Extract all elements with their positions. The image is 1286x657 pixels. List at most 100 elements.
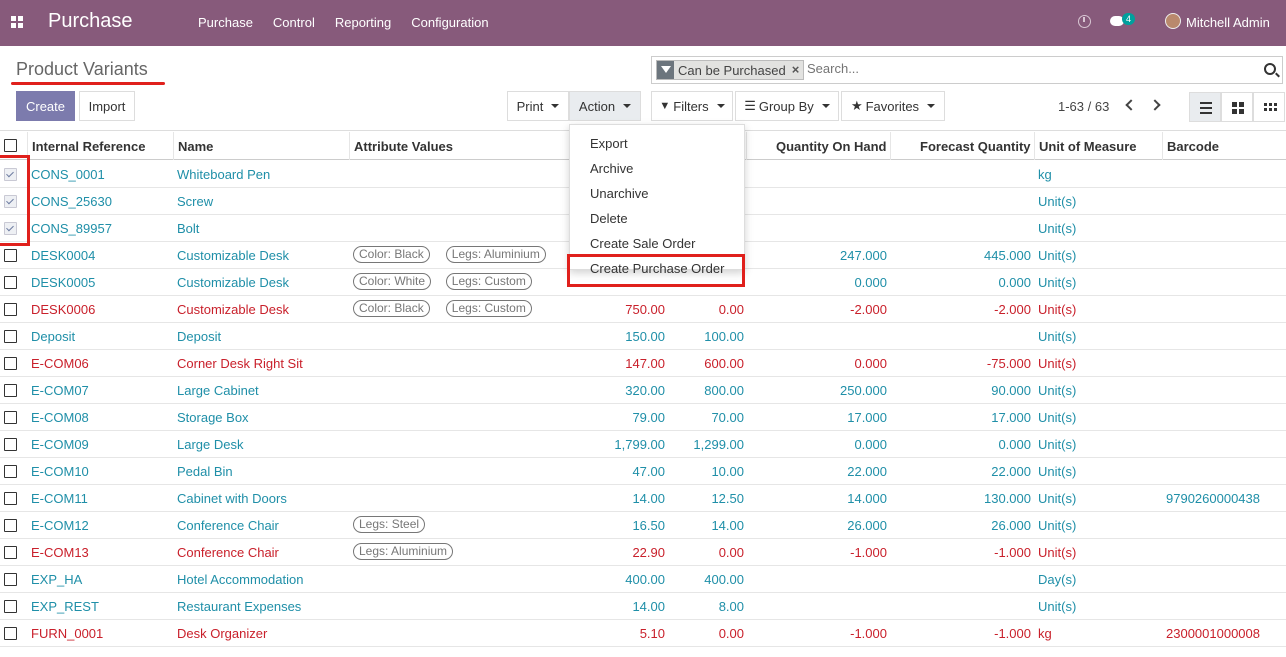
action-button[interactable]: Action (569, 91, 641, 121)
menu-item-reporting[interactable]: Reporting (335, 15, 391, 30)
row-checkbox[interactable] (4, 249, 17, 262)
menu-item-purchase[interactable]: Purchase (198, 15, 253, 30)
facet-remove-icon[interactable]: × (789, 61, 804, 79)
cell-quantity-on-hand: 0.000 (854, 437, 887, 452)
table-row[interactable]: E-COM06 Corner Desk Right Sit 147.00 600.00… (0, 350, 1286, 377)
pager-value[interactable]: 1-63 / 63 (1058, 99, 1109, 114)
table-row[interactable]: E-COM07 Large Cabinet 320.00 800.00 250.000 9… (0, 377, 1286, 404)
user-avatar[interactable] (1165, 13, 1181, 29)
menu-item-configuration[interactable]: Configuration (411, 15, 488, 30)
select-all-checkbox[interactable] (4, 139, 17, 152)
row-checkbox[interactable] (4, 546, 17, 559)
action-delete[interactable]: Delete (590, 211, 628, 226)
app-brand[interactable]: Purchase (48, 10, 133, 33)
list-icon-line (1200, 107, 1212, 109)
row-checkbox[interactable] (4, 573, 17, 586)
cell-sales-price: 147.00 (625, 356, 665, 371)
search-bar: Can be Purchased × (651, 56, 1283, 84)
action-unarchive[interactable]: Unarchive (590, 186, 649, 201)
activity-clock-icon[interactable] (1078, 15, 1091, 28)
row-checkbox[interactable] (4, 465, 17, 478)
create-button[interactable]: Create (16, 91, 75, 121)
column-unit-of-measure[interactable]: Unit of Measure (1039, 139, 1137, 154)
cell-name: Customizable Desk (177, 248, 289, 263)
grid-view-button[interactable] (1253, 92, 1285, 122)
row-checkbox[interactable] (4, 492, 17, 505)
action-export[interactable]: Export (590, 136, 628, 151)
cell-sales-price: 150.00 (625, 329, 665, 344)
table-row[interactable]: E-COM09 Large Desk 1,799.00 1,299.00 0.000 0.… (0, 431, 1286, 458)
import-button[interactable]: Import (79, 91, 135, 121)
cell-internal-reference: CONS_25630 (31, 194, 112, 209)
cell-name: Bolt (177, 221, 200, 236)
favorites-button[interactable]: ★ Favorites (841, 91, 945, 121)
cell-cost: 800.00 (704, 383, 744, 398)
cell-cost: 12.50 (711, 491, 744, 506)
star-icon: ★ (850, 98, 863, 113)
table-row[interactable]: E-COM08 Storage Box 79.00 70.00 17.000 17.000… (0, 404, 1286, 431)
table-row[interactable]: E-COM10 Pedal Bin 47.00 10.00 22.000 22.000 Un… (0, 458, 1286, 485)
filter-icon (657, 61, 674, 79)
cell-quantity-on-hand: -2.000 (850, 302, 887, 317)
filters-button[interactable]: ▼ Filters (651, 91, 733, 121)
cell-unit-of-measure: Unit(s) (1038, 518, 1077, 533)
column-name[interactable]: Name (178, 139, 213, 154)
cell-internal-reference: CONS_89957 (31, 221, 112, 236)
table-row[interactable]: E-COM13 Conference Chair Legs: Aluminium 22… (0, 539, 1286, 566)
user-menu[interactable]: Mitchell Admin (1186, 15, 1270, 30)
row-checkbox[interactable] (4, 519, 17, 532)
cell-unit-of-measure: Unit(s) (1038, 410, 1077, 425)
pager-next-button[interactable] (1144, 92, 1172, 120)
menu-item-control[interactable]: Control (273, 15, 315, 30)
row-checkbox[interactable] (4, 600, 17, 613)
table-row[interactable]: EXP_REST Restaurant Expenses 14.00 8.00 Unit… (0, 593, 1286, 620)
cell-sales-price: 22.90 (632, 545, 665, 560)
pager-previous-button[interactable] (1117, 92, 1145, 120)
column-quantity-on-hand[interactable]: Quantity On Hand (776, 139, 887, 154)
cell-name: Hotel Accommodation (177, 572, 304, 587)
row-checkbox[interactable] (4, 627, 17, 640)
cell-quantity-on-hand: 17.000 (847, 410, 887, 425)
cell-forecast-quantity: -75.000 (986, 356, 1031, 371)
list-view-button[interactable] (1189, 92, 1221, 122)
cell-internal-reference: EXP_HA (31, 572, 83, 587)
cell-quantity-on-hand: 250.000 (840, 383, 887, 398)
row-checkbox[interactable] (4, 330, 17, 343)
groupby-button[interactable]: ☰ Group By (735, 91, 839, 121)
row-checkbox[interactable] (4, 357, 17, 370)
cell-forecast-quantity: 445.000 (984, 248, 1031, 263)
cell-unit-of-measure: Unit(s) (1038, 302, 1077, 317)
action-create-sale-order[interactable]: Create Sale Order (590, 236, 696, 251)
grid-icon-cell (1274, 103, 1277, 106)
table-row[interactable]: E-COM11 Cabinet with Doors 14.00 12.50 14.00… (0, 485, 1286, 512)
table-row[interactable]: EXP_HA Hotel Accommodation 400.00 400.00 Day… (0, 566, 1286, 593)
search-icon[interactable] (1264, 63, 1276, 75)
kanban-view-button[interactable] (1221, 92, 1253, 122)
cell-name: Large Cabinet (177, 383, 259, 398)
table-row[interactable]: FURN_0001 Desk Organizer 5.10 0.00 -1.000 -1.… (0, 620, 1286, 647)
cell-unit-of-measure: kg (1038, 167, 1052, 182)
cell-forecast-quantity: 130.000 (984, 491, 1031, 506)
row-checkbox[interactable] (4, 438, 17, 451)
column-attribute-values[interactable]: Attribute Values (354, 139, 453, 154)
cell-cost: 8.00 (718, 599, 744, 614)
table-row[interactable]: DESK0006 Customizable Desk Color: Black Leg… (0, 296, 1286, 323)
column-internal-reference[interactable]: Internal Reference (32, 139, 145, 154)
column-forecast-quantity[interactable]: Forecast Quantity (920, 139, 1031, 154)
cell-internal-reference: FURN_0001 (31, 626, 104, 641)
apps-menu-icon[interactable] (11, 16, 23, 28)
table-row[interactable]: E-COM12 Conference Chair Legs: Steel 16.50 1… (0, 512, 1286, 539)
cell-internal-reference: Deposit (31, 329, 76, 344)
row-checkbox[interactable] (4, 384, 17, 397)
cell-name: Customizable Desk (177, 302, 289, 317)
attribute-tag: Legs: Aluminium (353, 543, 454, 560)
print-button[interactable]: Print (507, 91, 569, 121)
row-checkbox[interactable] (4, 411, 17, 424)
table-row[interactable]: Deposit Deposit 150.00 100.00 Unit(s) (0, 323, 1286, 350)
row-checkbox[interactable] (4, 276, 17, 289)
action-archive[interactable]: Archive (590, 161, 633, 176)
groupby-icon: ☰ (744, 98, 756, 113)
column-barcode[interactable]: Barcode (1167, 139, 1219, 154)
row-checkbox[interactable] (4, 303, 17, 316)
search-input[interactable] (807, 61, 1247, 76)
